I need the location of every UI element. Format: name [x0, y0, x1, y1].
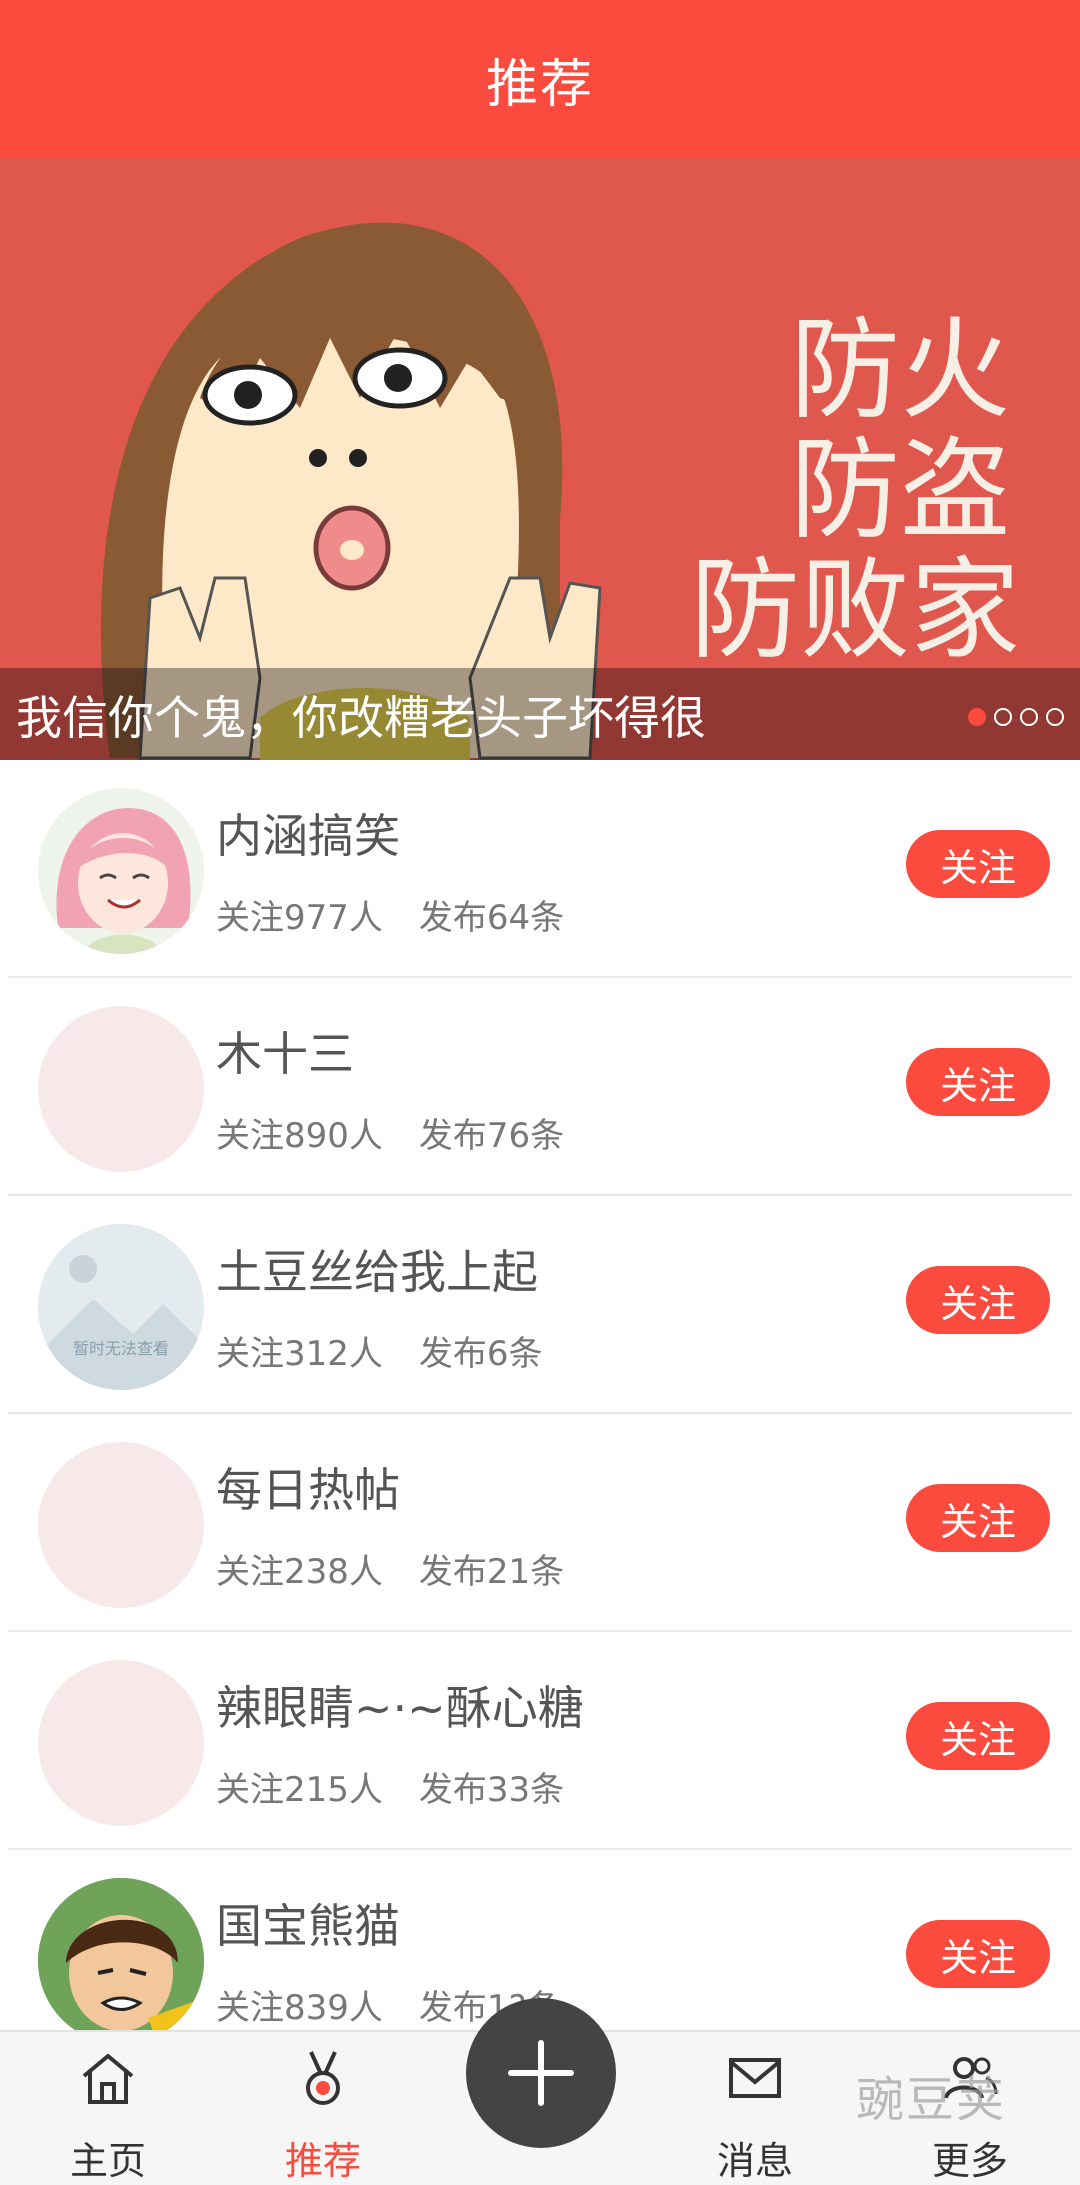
- carousel-dot[interactable]: [994, 708, 1012, 726]
- nav-recommend-label: 推荐: [284, 2139, 361, 2183]
- nav-messages-label: 消息: [716, 2139, 793, 2183]
- follower-count: 关注215人: [216, 1770, 383, 1810]
- follow-button[interactable]: 关注: [906, 1484, 1050, 1552]
- poster-line-2: 防盗: [790, 426, 1010, 554]
- post-count: 发布76条: [418, 1116, 565, 1156]
- list-item[interactable]: 每日热帖 关注238人 发布21条 关注: [8, 1414, 1072, 1632]
- channel-stats: 关注238人 发布21条: [216, 1544, 564, 1593]
- recommend-list: 内涵搞笑 关注977人 发布64条 关注 木十三 关注890人 发布76条 关注 暂…: [0, 760, 1080, 2068]
- carousel-dot[interactable]: [1046, 708, 1064, 726]
- image-unavailable-icon: 暂时无法查看: [38, 1224, 204, 1390]
- post-count: 发布21条: [418, 1552, 565, 1592]
- post-count: 发布33条: [418, 1770, 565, 1810]
- home-icon: [82, 2054, 134, 2104]
- channel-stats: 关注215人 发布33条: [216, 1762, 564, 1811]
- channel-stats: 关注890人 发布76条: [216, 1108, 564, 1157]
- nav-recommend[interactable]: 推荐: [248, 2032, 398, 2185]
- nav-home[interactable]: 主页: [33, 2032, 183, 2185]
- follower-count: 关注890人: [216, 1116, 383, 1156]
- nav-more-label: 更多: [931, 2139, 1008, 2183]
- channel-name: 木十三: [216, 1027, 354, 1081]
- watermark-text: 豌豆荚: [856, 2072, 1007, 2128]
- avatar[interactable]: [38, 788, 204, 954]
- banner-caption-bar: 我信你个鬼，你改糟老头子坏得很: [0, 668, 1080, 760]
- follower-count: 关注839人: [216, 1988, 383, 2028]
- carousel-dot[interactable]: [1020, 708, 1038, 726]
- poster-line-3: 防败家: [690, 546, 1020, 674]
- list-item[interactable]: 内涵搞笑 关注977人 发布64条 关注: [8, 760, 1072, 978]
- banner-caption: 我信你个鬼，你改糟老头子坏得很: [16, 691, 706, 745]
- top-bar: 推荐: [0, 0, 1080, 158]
- avatar-unavailable-text: 暂时无法查看: [73, 1339, 169, 1358]
- list-item[interactable]: 辣眼睛~·~酥心糖 关注215人 发布33条 关注: [8, 1632, 1072, 1850]
- medal-icon: [306, 2051, 340, 2105]
- follower-count: 关注977人: [216, 898, 383, 938]
- plus-icon: [508, 2040, 574, 2106]
- carousel-dot-active[interactable]: [968, 708, 986, 726]
- follow-button[interactable]: 关注: [906, 1266, 1050, 1334]
- follow-button[interactable]: 关注: [906, 1702, 1050, 1770]
- channel-name: 辣眼睛~·~酥心糖: [216, 1681, 584, 1735]
- list-item[interactable]: 木十三 关注890人 发布76条 关注: [8, 978, 1072, 1196]
- cartoon-boy-avatar-icon: [38, 1878, 204, 2044]
- channel-name: 土豆丝给我上起: [216, 1245, 538, 1299]
- avatar-placeholder[interactable]: [38, 1660, 204, 1826]
- banner-carousel[interactable]: 防火 防盗 防败家 我信你个鬼，你改糟老头子坏得很: [0, 158, 1080, 760]
- add-post-button[interactable]: [466, 1998, 616, 2148]
- channel-name: 每日热帖: [216, 1463, 400, 1517]
- post-count: 发布64条: [418, 898, 565, 938]
- follow-button[interactable]: 关注: [906, 1048, 1050, 1116]
- follow-button[interactable]: 关注: [906, 1920, 1050, 1988]
- follower-count: 关注238人: [216, 1552, 383, 1592]
- anime-girl-avatar-icon: [38, 788, 204, 954]
- follower-count: 关注312人: [216, 1334, 383, 1374]
- list-item[interactable]: 暂时无法查看 土豆丝给我上起 关注312人 发布6条 关注: [8, 1196, 1072, 1414]
- channel-stats: 关注312人 发布6条: [216, 1326, 543, 1375]
- follow-button[interactable]: 关注: [906, 830, 1050, 898]
- page-title: 推荐: [485, 54, 594, 115]
- poster-line-1: 防火: [790, 306, 1010, 434]
- avatar-placeholder[interactable]: [38, 1442, 204, 1608]
- carousel-indicator: [968, 708, 1064, 726]
- avatar-unavailable[interactable]: 暂时无法查看: [38, 1224, 204, 1390]
- nav-home-label: 主页: [69, 2139, 146, 2183]
- post-count: 发布6条: [418, 1334, 543, 1374]
- channel-stats: 关注977人 发布64条: [216, 890, 564, 939]
- nav-messages[interactable]: 消息: [680, 2032, 830, 2185]
- channel-name: 内涵搞笑: [216, 809, 400, 863]
- mail-icon: [729, 2058, 781, 2098]
- avatar-placeholder[interactable]: [38, 1006, 204, 1172]
- avatar[interactable]: [38, 1878, 204, 2044]
- channel-name: 国宝熊猫: [216, 1899, 400, 1953]
